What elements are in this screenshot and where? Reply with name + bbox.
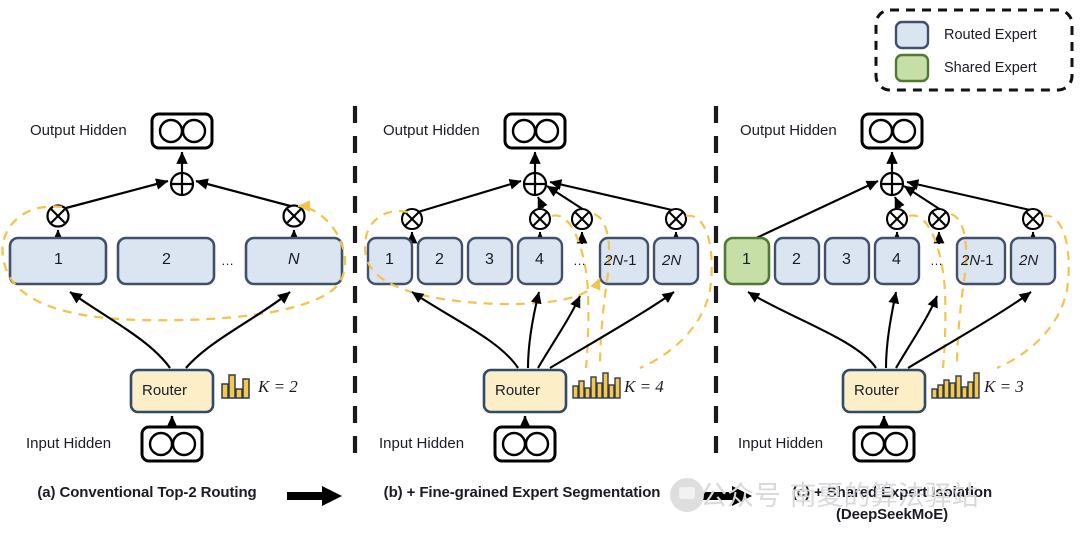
- legend-swatch-shared: [894, 53, 930, 83]
- k-value-label-a: K = 2: [258, 377, 298, 396]
- expert-label-a-1: 1: [54, 251, 63, 268]
- legend-label-routed-expert: Routed Expert: [944, 27, 1037, 43]
- multiply-node-c-1: [885, 207, 909, 231]
- multiply-node-b-4: [664, 207, 688, 231]
- router-bar-icon-c: [931, 372, 980, 399]
- diagram-canvas: [1, 8, 1074, 506]
- sum-node-a: [169, 171, 195, 197]
- router-bar-icon-a: [221, 374, 250, 399]
- multiply-node-a-1: [46, 204, 70, 228]
- multiply-node-c-3: [1021, 207, 1045, 231]
- expert-label-c-4: 4: [892, 251, 901, 268]
- k-value-label-b: K = 4: [624, 377, 664, 396]
- legend-swatch-routed: [894, 20, 930, 50]
- legend-label-shared-expert: Shared Expert: [944, 60, 1037, 76]
- output-hidden-node-c: [860, 112, 924, 150]
- multiply-node-b-2: [528, 207, 552, 231]
- router-bar-icon-b: [572, 372, 621, 399]
- output-hidden-node-b: [503, 112, 567, 150]
- expert-label-a-2: 2: [162, 251, 171, 268]
- expert-ellipsis-a: …: [221, 253, 234, 268]
- caption-arrow-b-to-c: [697, 486, 752, 506]
- sum-node-b: [522, 171, 548, 197]
- caption-arrow-a-to-b: [287, 486, 342, 506]
- panel-b-graphics: [363, 112, 713, 463]
- expert-label-b-4: 4: [535, 251, 544, 268]
- router-label-a[interactable]: Router: [142, 382, 187, 399]
- expert-label-b-2n-1: 2N-1: [604, 252, 637, 269]
- expert-label-b-1: 1: [385, 251, 394, 268]
- input-hidden-label-c: Input Hidden: [738, 435, 824, 452]
- caption-panel-a: (a) Conventional Top-2 Routing: [37, 484, 257, 501]
- output-hidden-label-a: Output Hidden: [30, 122, 127, 139]
- caption-panel-b: (b) + Fine-grained Expert Segmentation: [383, 484, 661, 501]
- expert-label-c-2n-1: 2N-1: [961, 252, 994, 269]
- expert-label-b-2: 2: [435, 251, 444, 268]
- expert-ellipsis-b: …: [573, 253, 586, 268]
- expert-ellipsis-c: …: [930, 253, 943, 268]
- input-hidden-node-a: [140, 425, 204, 463]
- expert-label-c-2: 2: [792, 251, 801, 268]
- moe-architecture-figure: 公众号 南夏的算法驿站 Routed Expert Shared Expert …: [0, 0, 1080, 539]
- input-hidden-label-b: Input Hidden: [379, 435, 465, 452]
- watermark-logo: [670, 478, 704, 512]
- input-hidden-node-b: [493, 425, 557, 463]
- output-hidden-node-a: [150, 112, 214, 150]
- sum-node-c: [879, 171, 905, 197]
- panel-a-graphics: [1, 112, 347, 463]
- multiply-node-b-3: [570, 207, 594, 231]
- router-label-b[interactable]: Router: [495, 382, 540, 399]
- expert-label-b-2n: 2N: [662, 252, 682, 269]
- router-label-c[interactable]: Router: [854, 382, 899, 399]
- k-value-label-c: K = 3: [984, 377, 1024, 396]
- legend-box: [874, 8, 1074, 92]
- output-hidden-label-b: Output Hidden: [383, 122, 480, 139]
- panel-c-graphics: [723, 112, 1070, 463]
- expert-label-a-n: N: [288, 251, 300, 268]
- expert-label-c-3: 3: [842, 251, 851, 268]
- caption-panel-c: (c) + Shared Expert Isolation: [791, 484, 993, 501]
- expert-label-c-1: 1: [742, 251, 751, 268]
- output-hidden-label-c: Output Hidden: [740, 122, 837, 139]
- expert-label-b-3: 3: [485, 251, 494, 268]
- caption-panel-c-line2: (DeepSeekMoE): [835, 506, 949, 523]
- multiply-node-a-2: [282, 204, 306, 228]
- expert-label-c-2n: 2N: [1019, 252, 1039, 269]
- input-hidden-node-c: [852, 425, 916, 463]
- input-hidden-label-a: Input Hidden: [26, 435, 112, 452]
- shared-expert-direct-link: [751, 180, 879, 241]
- multiply-node-c-2: [927, 207, 951, 231]
